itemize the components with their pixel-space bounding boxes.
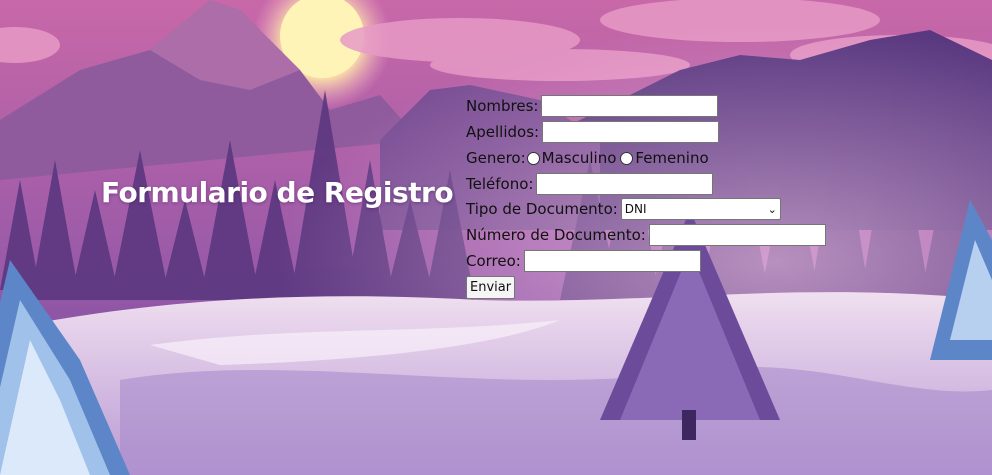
nombres-row: Nombres: [466, 94, 719, 118]
apellidos-label: Apellidos: [466, 123, 540, 141]
masculino-radio[interactable] [526, 151, 540, 165]
femenino-label: Femenino [635, 149, 709, 167]
masculino-label: Masculino [541, 149, 617, 167]
correo-input[interactable] [523, 250, 701, 272]
tipo-documento-row: Tipo de Documento: DNI ⌄ [466, 197, 781, 221]
correo-row: Correo: [466, 249, 701, 273]
telefono-input[interactable] [536, 173, 714, 195]
apellidos-input[interactable] [542, 121, 720, 143]
telefono-row: Teléfono: [466, 172, 714, 196]
nombres-label: Nombres: [466, 97, 539, 115]
numero-documento-label: Número de Documento: [466, 226, 646, 244]
tipo-documento-value: DNI [624, 202, 647, 216]
tipo-documento-select[interactable]: DNI ⌄ [620, 198, 781, 220]
numero-documento-input[interactable] [648, 224, 826, 246]
nombres-input[interactable] [541, 95, 719, 117]
correo-label: Correo: [466, 252, 521, 270]
submit-row: Enviar [466, 275, 516, 299]
enviar-button[interactable]: Enviar [466, 275, 516, 299]
page-title: Formulario de Registro [101, 176, 454, 209]
femenino-radio[interactable] [620, 151, 634, 165]
tipo-documento-label: Tipo de Documento: [466, 200, 618, 218]
apellidos-row: Apellidos: [466, 120, 720, 144]
telefono-label: Teléfono: [466, 175, 534, 193]
genero-label: Genero: [466, 149, 526, 167]
genero-row: Genero: Masculino Femenino [466, 146, 709, 170]
snow-shadow [120, 366, 992, 475]
numero-documento-row: Número de Documento: [466, 223, 826, 247]
chevron-down-icon: ⌄ [767, 202, 777, 216]
